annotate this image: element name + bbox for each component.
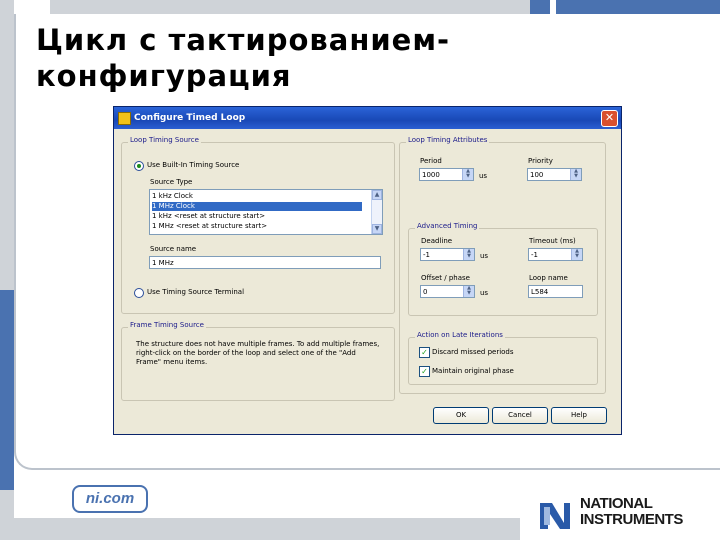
source-type-label: Source Type (150, 178, 193, 186)
list-item[interactable]: 1 MHz <reset at structure start> (152, 222, 362, 231)
offset-unit: us (480, 289, 489, 297)
offset-field[interactable]: 0 ▲ ▼ (420, 285, 475, 298)
late-iterations-label: Action on Late Iterations (415, 331, 505, 339)
source-name-label: Source name (150, 245, 197, 253)
loop-timing-attributes-label: Loop Timing Attributes (406, 136, 490, 144)
loop-timing-source-label: Loop Timing Source (128, 136, 201, 144)
timeout-field[interactable]: -1 ▲ ▼ (528, 248, 583, 261)
period-label: Period (420, 157, 442, 165)
slide-title-line1: Цикл с тактированием- (36, 23, 451, 57)
loop-timing-source-group: Loop Timing Source Use Built-In Timing S… (121, 136, 395, 314)
spinner-icon[interactable]: ▲ ▼ (462, 169, 473, 180)
left-blue-band (0, 290, 14, 490)
priority-label: Priority (528, 157, 553, 165)
priority-value: 100 (530, 171, 544, 179)
list-scrollbar[interactable]: ▲ ▼ (371, 190, 382, 234)
scroll-up-icon[interactable]: ▲ (372, 190, 382, 200)
slide-title-line2: конфигурация (36, 59, 292, 93)
list-item[interactable]: 1 kHz <reset at structure start> (152, 212, 362, 221)
maintain-phase-checkbox[interactable]: ✓ (419, 366, 430, 377)
help-button[interactable]: Help (551, 407, 607, 424)
discard-label: Discard missed periods (432, 348, 514, 356)
period-field[interactable]: 1000 ▲ ▼ (419, 168, 474, 181)
discard-checkbox[interactable]: ✓ (419, 347, 430, 358)
slide-title: Цикл с тактированием- конфигурация (36, 22, 676, 94)
spinner-icon[interactable]: ▲ ▼ (463, 249, 474, 260)
spinner-icon[interactable]: ▲ ▼ (463, 286, 474, 297)
priority-field[interactable]: 100 ▲ ▼ (527, 168, 582, 181)
deadline-field[interactable]: -1 ▲ ▼ (420, 248, 475, 261)
terminal-source-radio[interactable] (134, 288, 144, 298)
offset-label: Offset / phase (421, 274, 470, 282)
late-iterations-group: Action on Late Iterations ✓ Discard miss… (408, 331, 598, 385)
source-type-list[interactable]: 1 kHz Clock 1 MHz Clock 1 kHz <reset at … (149, 189, 383, 235)
advanced-timing-label: Advanced Timing (415, 222, 480, 230)
loop-name-field[interactable]: L584 (528, 285, 583, 298)
source-name-field[interactable]: 1 MHz (149, 256, 381, 269)
advanced-timing-group: Advanced Timing Deadline -1 ▲ ▼ us Timeou… (408, 222, 598, 316)
frame-timing-source-label: Frame Timing Source (128, 321, 206, 329)
frame-timing-description: The structure does not have multiple fra… (136, 340, 380, 366)
offset-value: 0 (423, 288, 428, 296)
builtin-source-label: Use Built-In Timing Source (147, 161, 240, 169)
ni-logo-line2: INSTRUMENTS (580, 511, 683, 528)
labview-icon (118, 112, 131, 125)
terminal-source-label: Use Timing Source Terminal (147, 288, 245, 296)
deadline-unit: us (480, 252, 489, 260)
list-item[interactable]: 1 kHz Clock (152, 192, 362, 201)
period-value: 1000 (422, 171, 440, 179)
timeout-value: -1 (531, 251, 538, 259)
deadline-label: Deadline (421, 237, 453, 245)
cancel-button[interactable]: Cancel (492, 407, 548, 424)
builtin-source-radio[interactable] (134, 161, 144, 171)
loop-timing-attributes-group: Loop Timing Attributes Period 1000 ▲ ▼ us… (399, 136, 606, 394)
scroll-down-icon[interactable]: ▼ (372, 224, 382, 234)
dialog-title: Configure Timed Loop (134, 113, 246, 123)
configure-timed-loop-dialog: Configure Timed Loop ✕ Loop Timing Sourc… (113, 106, 622, 435)
maintain-phase-label: Maintain original phase (432, 367, 514, 375)
ni-eagle-icon (540, 503, 570, 529)
ni-com-link[interactable]: ni.com (72, 485, 148, 513)
close-icon[interactable]: ✕ (601, 110, 618, 127)
deadline-value: -1 (423, 251, 430, 259)
period-unit: us (479, 172, 488, 180)
spinner-icon[interactable]: ▲ ▼ (571, 249, 582, 260)
ni-logo: NATIONAL INSTRUMENTS (520, 485, 720, 540)
list-item[interactable]: 1 MHz Clock (152, 202, 362, 211)
timeout-label: Timeout (ms) (529, 237, 576, 245)
ni-logo-line1: NATIONAL (580, 495, 653, 512)
ok-button[interactable]: OK (433, 407, 489, 424)
loop-name-label: Loop name (529, 274, 568, 282)
spinner-icon[interactable]: ▲ ▼ (570, 169, 581, 180)
dialog-title-bar: Configure Timed Loop ✕ (114, 107, 621, 129)
frame-timing-source-group: Frame Timing Source The structure does n… (121, 321, 395, 401)
